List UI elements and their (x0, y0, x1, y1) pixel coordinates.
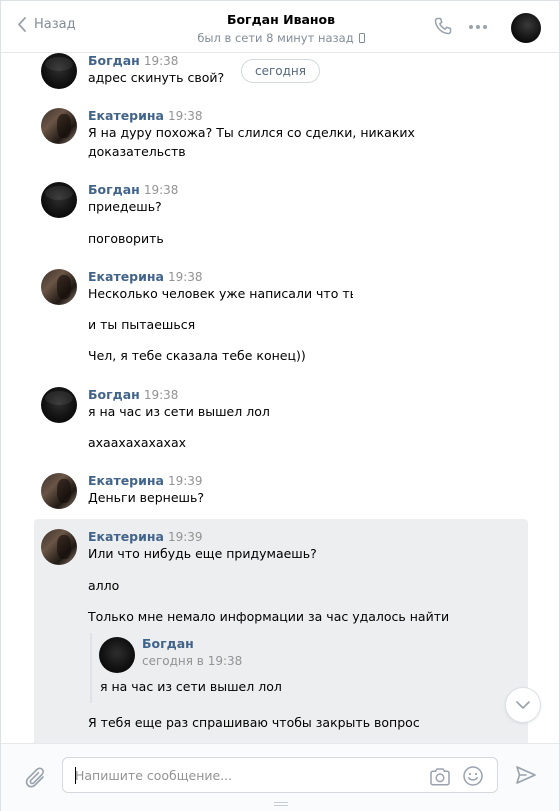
back-label: Назад (34, 17, 76, 32)
message-time[interactable]: 19:39 (168, 474, 203, 488)
message-text: Только мне немало информации за час удал… (88, 609, 450, 624)
peer-avatar[interactable] (511, 13, 541, 43)
avatar[interactable] (41, 108, 77, 144)
message-text: Деньги вернешь? (88, 490, 204, 505)
peer-status-text: был в сети 8 минут назад (197, 31, 354, 45)
message-time[interactable]: 19:38 (144, 183, 179, 197)
message-text: Несколько человек уже написали что ты на (88, 286, 380, 301)
message-text: Чел, я тебе сказала тебе конец)) (88, 348, 306, 363)
forwarded-text: я на час из сети вышел лол (100, 679, 282, 694)
call-button[interactable] (433, 16, 453, 39)
smile-icon (463, 766, 483, 786)
date-separator: сегодня (241, 59, 320, 83)
chat-window: Назад Богдан Иванов был в сети 8 минут н… (0, 0, 560, 811)
message-header: Богдан 19:38 (88, 182, 178, 197)
message-text: и ты пытаешься н (88, 317, 208, 332)
chevron-down-icon (516, 701, 530, 709)
forwarded-author[interactable]: Богдан (142, 636, 194, 651)
chat-header: Назад Богдан Иванов был в сети 8 минут н… (1, 1, 559, 53)
phone-icon (434, 17, 452, 35)
message-header: Богдан 19:38 (88, 387, 178, 402)
chevron-left-icon (18, 17, 26, 32)
avatar[interactable] (41, 473, 77, 509)
avatar[interactable] (41, 53, 77, 89)
message-author[interactable]: Екатерина (88, 108, 164, 123)
back-button[interactable]: Назад (17, 17, 76, 32)
message-time[interactable]: 19:38 (144, 388, 179, 402)
message-author[interactable]: Екатерина (88, 473, 164, 488)
message-text: адрес скинуть свой? (88, 70, 225, 85)
more-button[interactable] (469, 25, 487, 29)
message-time[interactable]: 19:39 (168, 530, 203, 544)
scroll-down-button[interactable] (505, 687, 541, 723)
more-dot-icon (469, 25, 473, 29)
peer-status: был в сети 8 минут назад (181, 31, 381, 45)
message-time[interactable]: 19:38 (144, 54, 179, 68)
message-text: Я тебя еще раз спрашиваю чтобы закрыть в… (88, 715, 420, 730)
attach-button[interactable] (25, 766, 47, 793)
message-text: доказательств (88, 144, 186, 159)
text-caret (75, 767, 76, 784)
message-feed: Богдан 19:38 адрес скинуть свой? сегодня … (1, 53, 559, 743)
camera-button[interactable] (429, 768, 451, 789)
forwarded-message[interactable]: Богдан сегодня в 19:38 я на час из сети … (90, 633, 470, 703)
avatar[interactable] (41, 529, 77, 565)
avatar[interactable] (41, 387, 77, 423)
message-header: Екатерина 19:38 (88, 108, 203, 123)
message-text: приедешь? (88, 199, 162, 214)
message-header: Екатерина 19:38 (88, 269, 203, 284)
camera-icon (430, 768, 450, 786)
message-composer: Напишите сообщение... (1, 743, 559, 811)
message-header: Екатерина 19:39 (88, 473, 203, 488)
forwarded-avatar[interactable] (99, 637, 135, 673)
mobile-icon (358, 33, 365, 43)
message-text: Или что нибудь еще придумаешь? (88, 546, 317, 561)
send-button[interactable] (515, 765, 537, 788)
avatar[interactable] (41, 182, 77, 218)
peer-name[interactable]: Богдан Иванов (181, 12, 381, 27)
message-input-placeholder: Напишите сообщение... (75, 768, 233, 783)
message-author[interactable]: Богдан (88, 53, 140, 68)
message-header: Екатерина 19:39 (88, 529, 203, 544)
message-text: алло (88, 578, 120, 593)
avatar[interactable] (41, 269, 77, 305)
more-dot-icon (483, 25, 487, 29)
resize-grip[interactable] (274, 802, 288, 806)
forwarded-time[interactable]: сегодня в 19:38 (142, 654, 242, 668)
message-author[interactable]: Екатерина (88, 269, 164, 284)
message-text: Я на дуру похожа? Ты слился со сделки, н… (88, 125, 415, 140)
redaction-mark (353, 285, 393, 307)
redaction-mark (199, 316, 233, 336)
more-dot-icon (476, 25, 480, 29)
send-icon (516, 766, 536, 784)
message-text: ахаахахахахах (88, 435, 187, 450)
message-text: я на час из сети вышел лол (88, 404, 270, 419)
message-time[interactable]: 19:38 (168, 109, 203, 123)
message-author[interactable]: Богдан (88, 182, 140, 197)
paperclip-icon (25, 767, 44, 788)
message-time[interactable]: 19:38 (168, 270, 203, 284)
message-author[interactable]: Екатерина (88, 529, 164, 544)
message-header: Богдан 19:38 (88, 53, 178, 68)
emoji-button[interactable] (462, 765, 484, 790)
message-text: поговорить (88, 231, 164, 246)
message-author[interactable]: Богдан (88, 387, 140, 402)
